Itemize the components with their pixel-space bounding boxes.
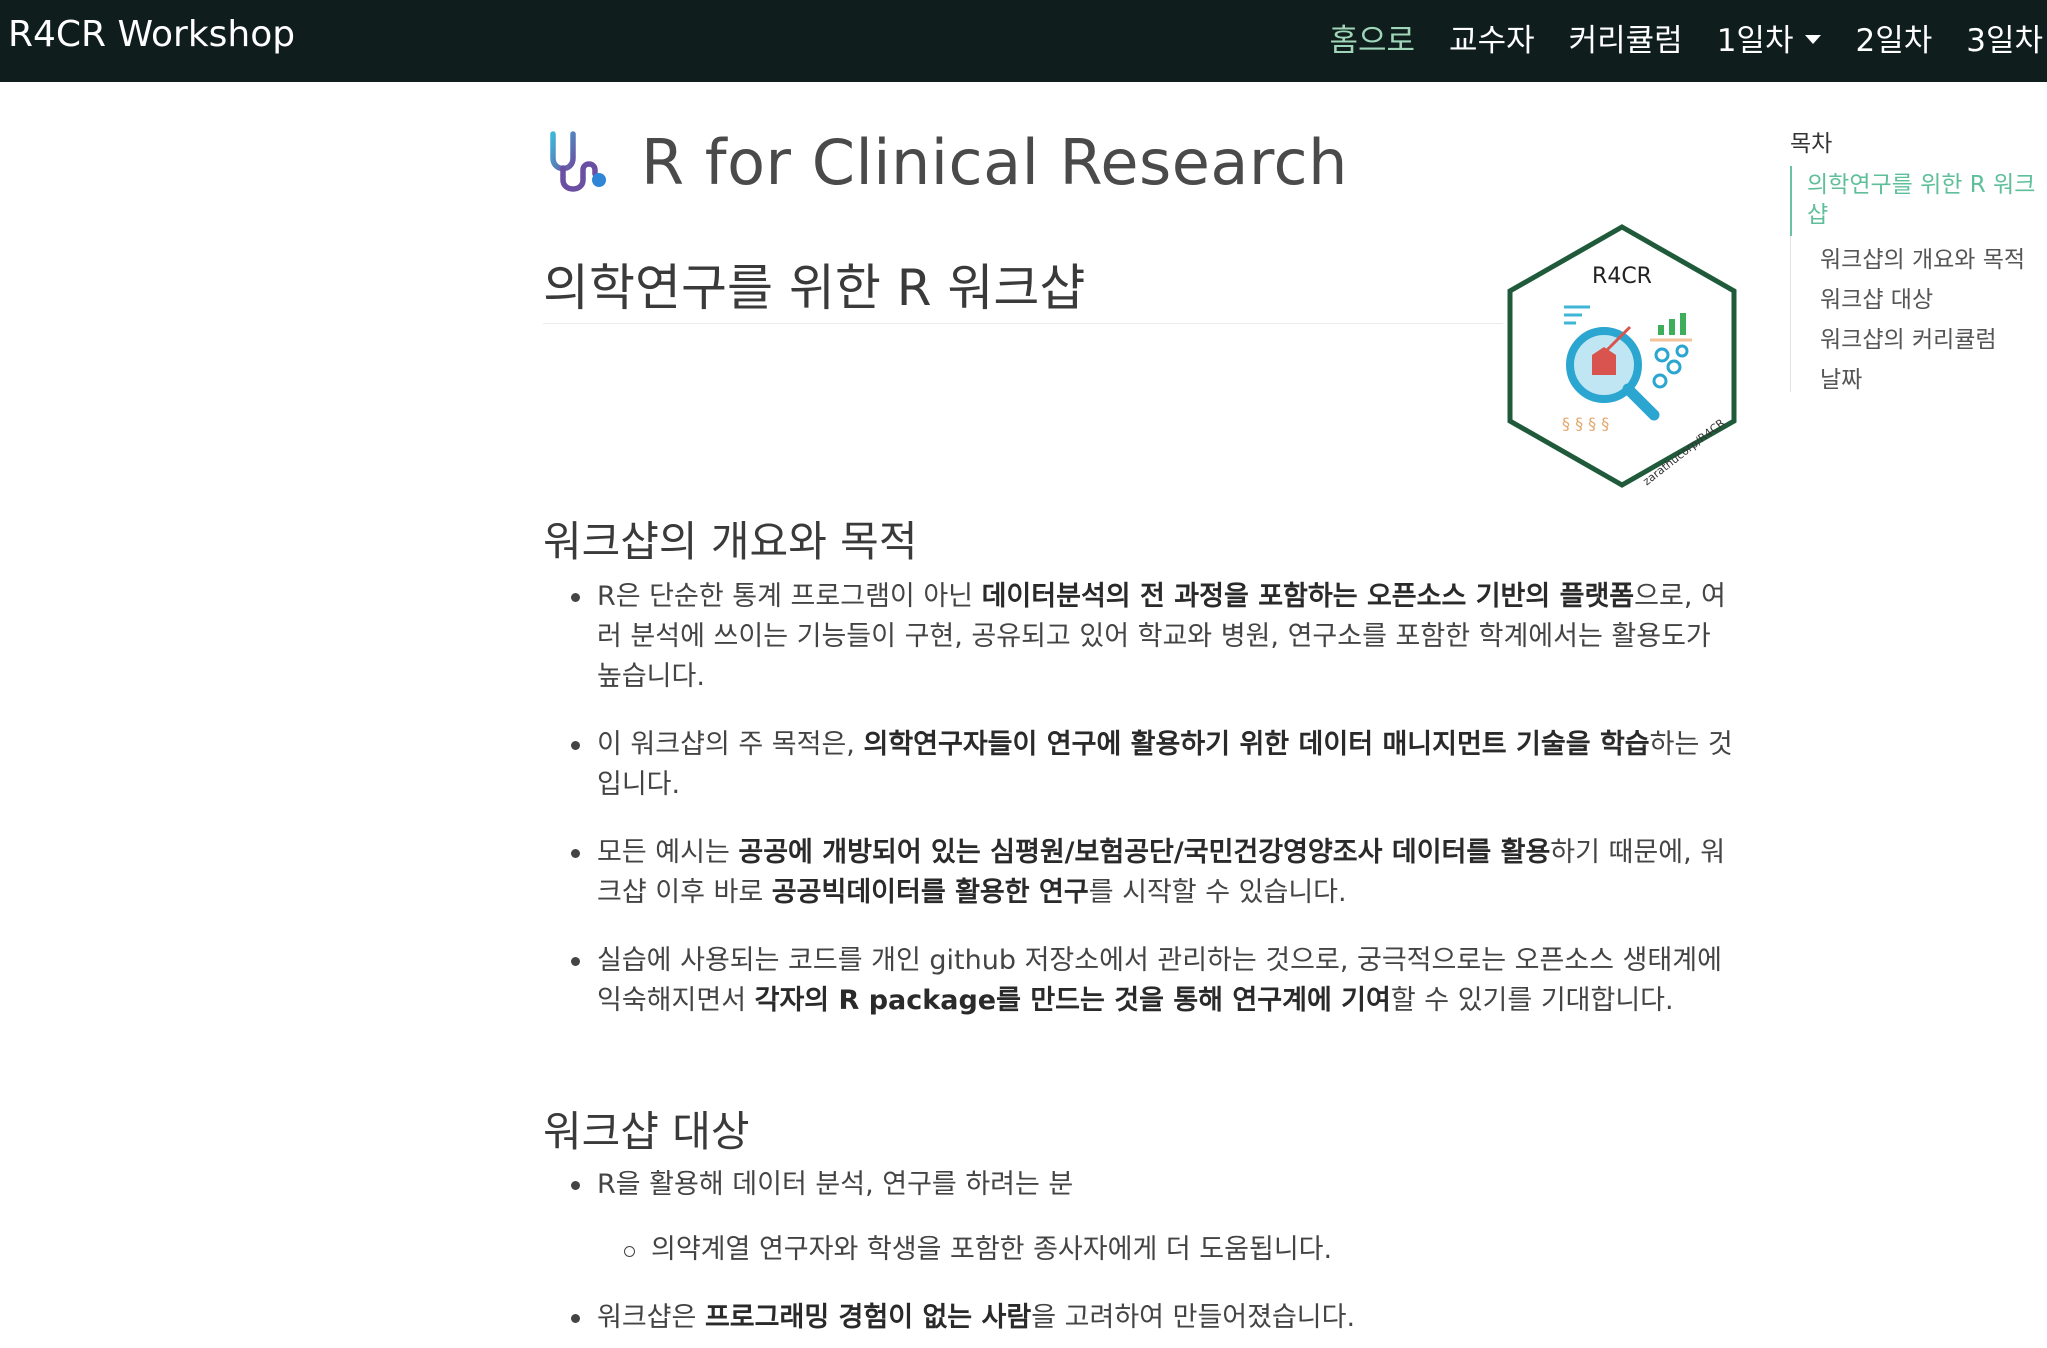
list-item: 모든 예시는 공공에 개방되어 있는 심평원/보험공단/국민건강영양조사 데이터…: [568, 833, 1738, 913]
nav-item-day1-label: 1일차: [1716, 23, 1794, 59]
section-heading-audience: 워크샵 대상: [543, 1107, 750, 1156]
list-item: R을 활용해 데이터 분석, 연구를 하려는 분 의약계열 연구자와 학생을 포…: [568, 1165, 1738, 1270]
page-title-row: R for Clinical Research: [543, 126, 1348, 199]
nav-item-day3[interactable]: 3일차: [1966, 15, 2043, 60]
nav-item-instructors[interactable]: 교수자: [1449, 15, 1535, 60]
sub-list-item: 의약계열 연구자와 학생을 포함한 종사자에게 더 도움됩니다.: [568, 1230, 1738, 1270]
r4cr-hex-logo: R4CR § § § § zarathucorp/R4CR: [1507, 224, 1737, 488]
list-item: R은 단순한 통계 프로그램이 아닌 데이터분석의 전 과정을 포함하는 오픈소…: [568, 577, 1738, 697]
chevron-down-icon: [1805, 35, 1822, 44]
toc-item-curriculum[interactable]: 워크샵의 커리큘럼: [1820, 320, 1997, 354]
top-navbar: R4CR Workshop 홈으로 교수자 커리큘럼 1일차 2일차 3일차: [0, 0, 2047, 82]
toc-title: 목차: [1790, 131, 1833, 157]
list-item: 이 워크샵의 주 목적은, 의학연구자들이 연구에 활용하기 위한 데이터 매니…: [568, 725, 1738, 805]
nav-item-day2[interactable]: 2일차: [1855, 15, 1932, 60]
toc-item-date[interactable]: 날짜: [1820, 360, 1862, 394]
toc-item-overview[interactable]: 워크샵의 개요와 목적: [1820, 240, 2025, 274]
svg-text:§ § § §: § § § §: [1562, 414, 1609, 433]
logo-label: R4CR: [1592, 264, 1652, 289]
nav-item-home[interactable]: 홈으로: [1329, 15, 1415, 60]
toc-active-indicator: [1790, 166, 1792, 236]
nav-item-day1-dropdown[interactable]: 1일차: [1717, 15, 1822, 60]
list-item: 워크샵은 프로그래밍 경험이 없는 사람을 고려하여 만들어졌습니다.: [568, 1298, 1738, 1338]
audience-list: R을 활용해 데이터 분석, 연구를 하려는 분 의약계열 연구자와 학생을 포…: [568, 1165, 1738, 1348]
stethoscope-icon: [550, 130, 606, 192]
heading-divider: [543, 323, 1503, 324]
page-title: R for Clinical Research: [641, 126, 1348, 199]
toc-item-main[interactable]: 의학연구를 위한 R 워크샵: [1807, 170, 2047, 230]
navbar-brand[interactable]: R4CR Workshop: [8, 14, 295, 55]
navbar-menu: 홈으로 교수자 커리큘럼 1일차 2일차 3일차: [1329, 15, 2043, 60]
toc-item-audience[interactable]: 워크샵 대상: [1820, 280, 1933, 314]
section-heading-overview: 워크샵의 개요와 목적: [543, 517, 918, 566]
list-item: 실습에 사용되는 코드를 개인 github 저장소에서 관리하는 것으로, 궁…: [568, 941, 1738, 1021]
main-heading: 의학연구를 위한 R 워크샵: [543, 259, 1086, 317]
overview-list: R은 단순한 통계 프로그램이 아닌 데이터분석의 전 과정을 포함하는 오픈소…: [568, 577, 1738, 1049]
nav-item-curriculum[interactable]: 커리큘럼: [1569, 15, 1683, 60]
